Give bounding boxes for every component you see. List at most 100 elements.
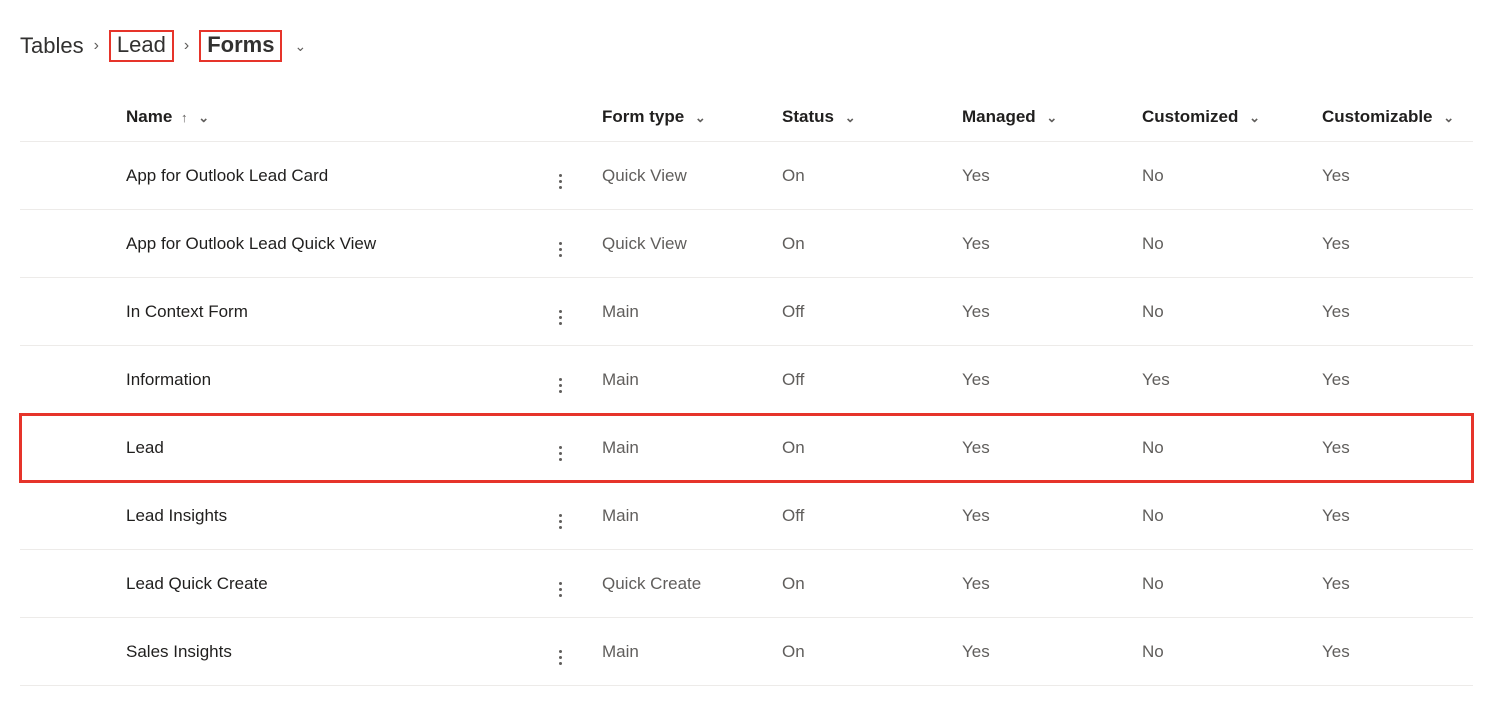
row-menu-button[interactable] (530, 278, 590, 346)
breadcrumb-lead-highlight: Lead (109, 30, 174, 62)
table-row[interactable]: Lead InsightsMainOffYesNoYes (20, 482, 1473, 550)
row-name[interactable]: In Context Form (100, 278, 530, 346)
row-customizable: Yes (1310, 278, 1473, 346)
table-row[interactable]: In Context FormMainOffYesNoYes (20, 278, 1473, 346)
row-expand-cell (20, 618, 100, 686)
row-status: Off (770, 482, 950, 550)
row-customizable: Yes (1310, 550, 1473, 618)
more-vertical-icon (559, 174, 562, 189)
row-expand-cell (20, 210, 100, 278)
chevron-right-icon: › (92, 37, 101, 55)
row-customized: No (1130, 142, 1310, 210)
row-managed: Yes (950, 618, 1130, 686)
column-managed-label: Managed (962, 107, 1036, 126)
row-managed: Yes (950, 414, 1130, 482)
row-customizable: Yes (1310, 482, 1473, 550)
row-menu-button[interactable] (530, 210, 590, 278)
more-vertical-icon (559, 650, 562, 665)
row-status: On (770, 414, 950, 482)
row-menu-button[interactable] (530, 142, 590, 210)
breadcrumb-lead[interactable]: Lead (117, 32, 166, 57)
row-name[interactable]: App for Outlook Lead Quick View (100, 210, 530, 278)
table-row[interactable]: App for Outlook Lead Quick ViewQuick Vie… (20, 210, 1473, 278)
row-customizable: Yes (1310, 618, 1473, 686)
row-name[interactable]: Lead Quick Create (100, 550, 530, 618)
row-menu-button[interactable] (530, 346, 590, 414)
more-vertical-icon (559, 378, 562, 393)
row-status: On (770, 618, 950, 686)
table-row[interactable]: Lead Quick CreateQuick CreateOnYesNoYes (20, 550, 1473, 618)
column-customizable-label: Customizable (1322, 107, 1433, 126)
row-managed: Yes (950, 346, 1130, 414)
row-menu-button[interactable] (530, 414, 590, 482)
row-managed: Yes (950, 278, 1130, 346)
row-form-type: Main (590, 414, 770, 482)
column-name-label: Name (126, 107, 172, 126)
row-expand-cell (20, 482, 100, 550)
column-customizable[interactable]: Customizable ⌄ (1310, 97, 1473, 142)
row-managed: Yes (950, 482, 1130, 550)
more-vertical-icon (559, 514, 562, 529)
row-form-type: Main (590, 346, 770, 414)
row-customized: No (1130, 278, 1310, 346)
column-status[interactable]: Status ⌄ (770, 97, 950, 142)
table-row[interactable]: InformationMainOffYesYesYes (20, 346, 1473, 414)
table-row[interactable]: LeadMainOnYesNoYes (20, 414, 1473, 482)
chevron-down-icon[interactable]: ⌄ (845, 110, 856, 125)
row-customizable: Yes (1310, 346, 1473, 414)
more-vertical-icon (559, 242, 562, 257)
chevron-down-icon[interactable]: ⌄ (695, 110, 706, 125)
row-menu-button[interactable] (530, 482, 590, 550)
column-status-label: Status (782, 107, 834, 126)
row-customizable: Yes (1310, 414, 1473, 482)
row-customized: No (1130, 550, 1310, 618)
row-expand-cell (20, 550, 100, 618)
chevron-down-icon[interactable]: ⌄ (294, 38, 306, 55)
row-form-type: Main (590, 482, 770, 550)
column-name[interactable]: Name ↑ ⌄ (100, 97, 530, 142)
row-menu-button[interactable] (530, 550, 590, 618)
more-vertical-icon (559, 446, 562, 461)
row-form-type: Main (590, 278, 770, 346)
row-expand-cell (20, 414, 100, 482)
row-expand-cell (20, 278, 100, 346)
row-expand-cell (20, 346, 100, 414)
table-row[interactable]: Sales InsightsMainOnYesNoYes (20, 618, 1473, 686)
row-form-type: Quick View (590, 142, 770, 210)
breadcrumb-forms-highlight: Forms (199, 30, 282, 62)
column-form-type[interactable]: Form type ⌄ (590, 97, 770, 142)
breadcrumb-forms[interactable]: Forms (207, 32, 274, 57)
column-customized-label: Customized (1142, 107, 1238, 126)
chevron-down-icon[interactable]: ⌄ (1443, 110, 1454, 125)
row-status: On (770, 142, 950, 210)
chevron-right-icon: › (182, 37, 191, 55)
column-form-type-label: Form type (602, 107, 684, 126)
breadcrumb-tables[interactable]: Tables (20, 33, 84, 59)
row-customized: No (1130, 618, 1310, 686)
row-status: Off (770, 346, 950, 414)
chevron-down-icon[interactable]: ⌄ (1249, 110, 1260, 125)
row-status: On (770, 210, 950, 278)
chevron-down-icon[interactable]: ⌄ (198, 110, 209, 125)
row-customized: No (1130, 210, 1310, 278)
row-managed: Yes (950, 142, 1130, 210)
column-menu (530, 97, 590, 142)
row-name[interactable]: App for Outlook Lead Card (100, 142, 530, 210)
row-name[interactable]: Information (100, 346, 530, 414)
column-customized[interactable]: Customized ⌄ (1130, 97, 1310, 142)
row-managed: Yes (950, 210, 1130, 278)
more-vertical-icon (559, 582, 562, 597)
row-name[interactable]: Lead (100, 414, 530, 482)
table-row[interactable]: App for Outlook Lead CardQuick ViewOnYes… (20, 142, 1473, 210)
chevron-down-icon[interactable]: ⌄ (1046, 110, 1057, 125)
breadcrumb: Tables › Lead › Forms ⌄ (20, 30, 1473, 62)
row-customizable: Yes (1310, 210, 1473, 278)
row-name[interactable]: Sales Insights (100, 618, 530, 686)
row-form-type: Main (590, 618, 770, 686)
row-menu-button[interactable] (530, 618, 590, 686)
column-expand (20, 97, 100, 142)
column-managed[interactable]: Managed ⌄ (950, 97, 1130, 142)
row-customizable: Yes (1310, 142, 1473, 210)
row-status: Off (770, 278, 950, 346)
row-name[interactable]: Lead Insights (100, 482, 530, 550)
